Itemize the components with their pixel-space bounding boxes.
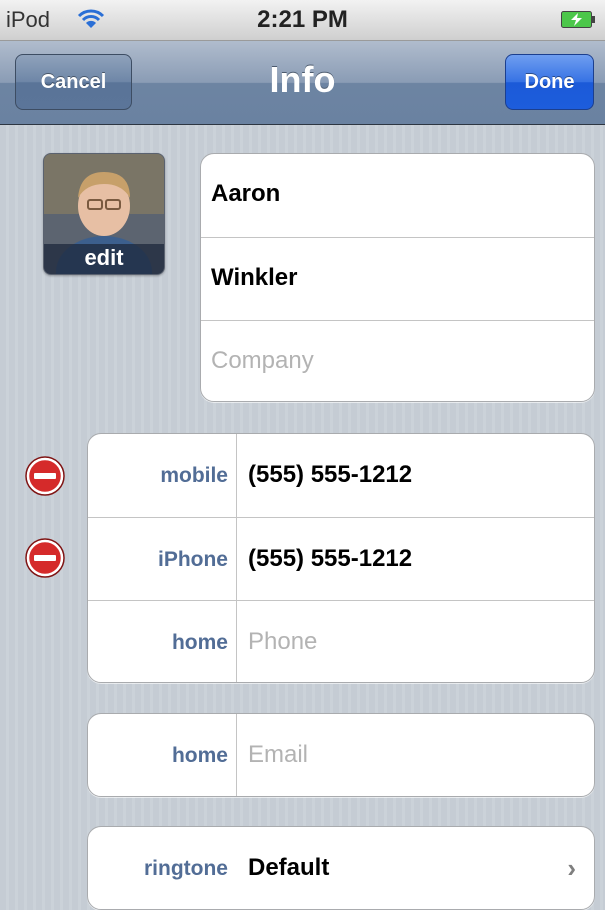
last-name-field[interactable]: Winkler (201, 237, 594, 320)
last-name-value: Winkler (211, 264, 298, 291)
status-bar: iPod 2:21 PM (0, 0, 605, 41)
first-name-field[interactable]: Aaron (201, 154, 594, 236)
phone-value-mobile[interactable]: (555) 555-1212 (248, 461, 412, 489)
phone-label-mobile[interactable]: mobile (88, 464, 228, 488)
email-row-home[interactable]: home Email (88, 714, 594, 796)
delete-mobile-icon[interactable] (24, 455, 66, 497)
email-group: home Email (87, 713, 595, 797)
photo-edit-label[interactable]: edit (44, 244, 164, 274)
contact-photo[interactable]: edit (43, 153, 165, 275)
email-label-home[interactable]: home (88, 744, 228, 768)
ringtone-row[interactable]: ringtone Default › (88, 827, 594, 909)
phone-row-home[interactable]: home Phone (88, 600, 594, 682)
ringtone-label: ringtone (144, 857, 228, 880)
chevron-right-icon: › (567, 853, 576, 883)
phone-placeholder[interactable]: Phone (248, 628, 317, 656)
email-placeholder[interactable]: Email (248, 741, 308, 769)
status-time: 2:21 PM (257, 6, 348, 33)
first-name-value: Aaron (211, 180, 281, 207)
phone-group: mobile (555) 555-1212 iPhone (555) 555-1… (87, 433, 595, 683)
done-button[interactable]: Done (505, 54, 594, 110)
phone-row-iphone[interactable]: iPhone (555) 555-1212 (88, 517, 594, 600)
ringtone-value: Default (248, 854, 330, 881)
name-group: Aaron Winkler Company (200, 153, 595, 402)
phone-label-iphone[interactable]: iPhone (88, 548, 228, 572)
battery-charging-icon (561, 11, 595, 28)
company-placeholder: Company (211, 347, 314, 374)
company-field[interactable]: Company (201, 320, 594, 401)
phone-value-iphone[interactable]: (555) 555-1212 (248, 545, 412, 573)
phone-label-home[interactable]: home (88, 631, 228, 655)
navigation-bar: Cancel Info Done (0, 41, 605, 125)
delete-iphone-icon[interactable] (24, 537, 66, 579)
phone-row-mobile[interactable]: mobile (555) 555-1212 (88, 434, 594, 516)
ringtone-group[interactable]: ringtone Default › (87, 826, 595, 910)
